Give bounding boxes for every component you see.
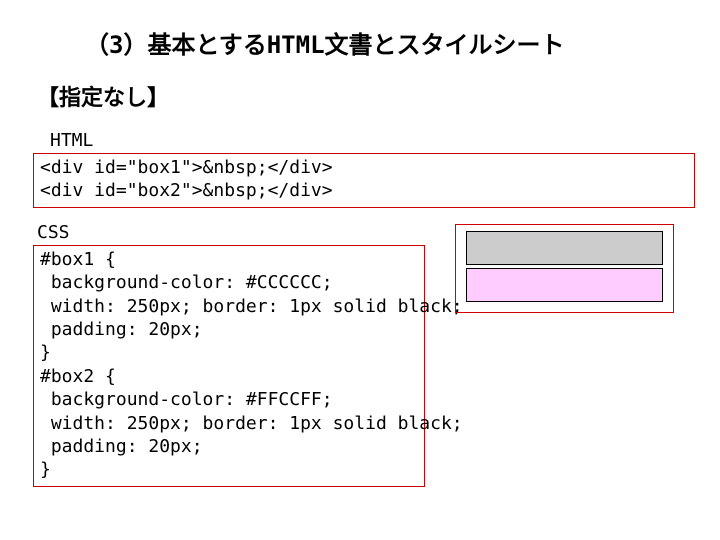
- preview-column: [455, 224, 674, 317]
- preview-box2: [466, 268, 663, 302]
- section-subtitle: 【指定なし】: [37, 80, 695, 112]
- html-label: HTML: [50, 130, 695, 151]
- css-column: CSS #box1 { background-color: #CCCCCC; w…: [25, 222, 425, 501]
- css-code-box: #box1 { background-color: #CCCCCC; width…: [33, 245, 425, 487]
- slide-page: （3）基本とするHTML文書とスタイルシート 【指定なし】 HTML <div …: [0, 0, 720, 521]
- html-code-box: <div id="box1">&nbsp;</div> <div id="box…: [33, 153, 695, 208]
- preview-container: [455, 224, 674, 313]
- page-title: （3）基本とするHTML文書とスタイルシート: [85, 25, 695, 60]
- css-label: CSS: [37, 222, 425, 243]
- preview-box1: [466, 231, 663, 265]
- css-preview-row: CSS #box1 { background-color: #CCCCCC; w…: [25, 222, 695, 501]
